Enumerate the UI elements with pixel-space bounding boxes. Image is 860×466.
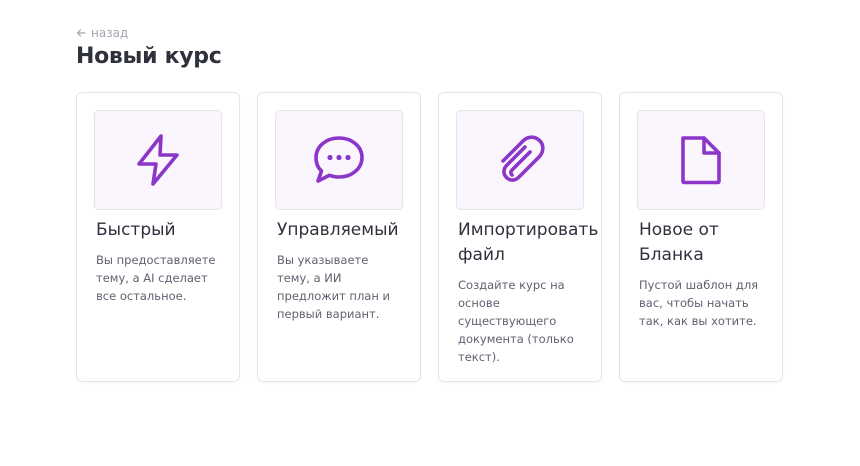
chat-bubble-icon: [314, 136, 364, 183]
card-blank[interactable]: Новое от Бланка Пустой шаблон для вас, ч…: [619, 92, 783, 382]
document-icon: [681, 136, 721, 185]
card-description: Создайте курс на основе существующего до…: [458, 278, 574, 364]
course-type-cards: Быстрый Вы предоставляете тему, а AI сде…: [76, 92, 783, 382]
card-icon-box: [94, 110, 222, 210]
back-link-label: назад: [91, 26, 129, 40]
card-icon-box: [456, 110, 584, 210]
card-title: Новое от Бланка: [639, 220, 719, 265]
card-description: Вы указываете тему, а ИИ предложит план …: [277, 253, 390, 321]
paperclip-icon: [501, 135, 545, 182]
card-quick[interactable]: Быстрый Вы предоставляете тему, а AI сде…: [76, 92, 240, 382]
card-description: Пустой шаблон для вас, чтобы начать так,…: [639, 278, 759, 328]
card-import-file[interactable]: Импортировать файл Создайте курс на осно…: [438, 92, 602, 382]
card-icon-box: [275, 110, 403, 210]
card-guided[interactable]: Управляемый Вы указываете тему, а ИИ пре…: [257, 92, 421, 382]
new-course-page: назад Новый курс Быстрый Вы предоставляе…: [0, 0, 860, 466]
card-icon-box: [637, 110, 765, 210]
lightning-icon: [137, 134, 179, 186]
page-title: Новый курс: [76, 44, 222, 69]
card-title: Импортировать файл: [458, 220, 599, 265]
card-title: Быстрый: [96, 220, 176, 240]
card-description: Вы предоставляете тему, а AI сделает все…: [96, 253, 216, 303]
card-title: Управляемый: [277, 220, 399, 240]
back-link[interactable]: назад: [76, 26, 128, 40]
arrow-left-icon: [76, 29, 86, 37]
